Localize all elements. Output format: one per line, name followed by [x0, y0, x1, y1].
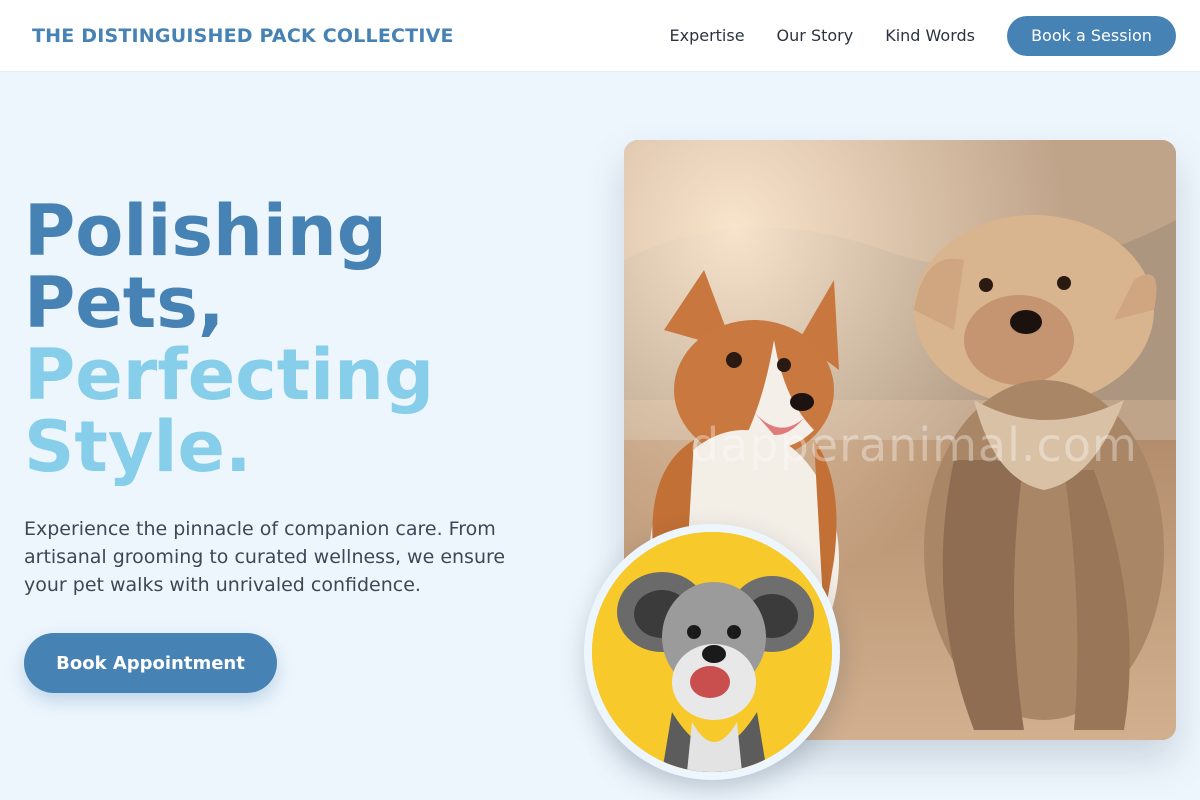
hero-text-section: Polishing Pets, Perfecting Style. Experi… — [24, 195, 564, 693]
top-navigation-bar: THE DISTINGUISHED PACK COLLECTIVE Expert… — [0, 0, 1200, 72]
headline-line-4: Style. — [24, 406, 252, 488]
hero-headline: Polishing Pets, Perfecting Style. — [24, 195, 564, 483]
headline-line-2: Pets, — [24, 262, 225, 344]
schnauzer-illustration — [592, 532, 832, 772]
book-appointment-button[interactable]: Book Appointment — [24, 633, 277, 693]
yorkie-shape — [914, 215, 1164, 730]
brand-logo-text[interactable]: THE DISTINGUISHED PACK COLLECTIVE — [32, 25, 454, 47]
nav-link-our-story[interactable]: Our Story — [777, 26, 854, 45]
featured-pet-avatar — [584, 524, 840, 780]
hero-subtext: Experience the pinnacle of companion car… — [24, 518, 506, 596]
nav-link-kind-words[interactable]: Kind Words — [885, 26, 975, 45]
schnauzer-portrait — [592, 532, 832, 772]
nav-link-expertise[interactable]: Expertise — [669, 26, 744, 45]
headline-line-3: Perfecting — [24, 334, 435, 416]
headline-line-1: Polishing — [24, 190, 387, 272]
main-nav: Expertise Our Story Kind Words Book a Se… — [669, 15, 1176, 56]
book-session-button[interactable]: Book a Session — [1007, 15, 1176, 56]
